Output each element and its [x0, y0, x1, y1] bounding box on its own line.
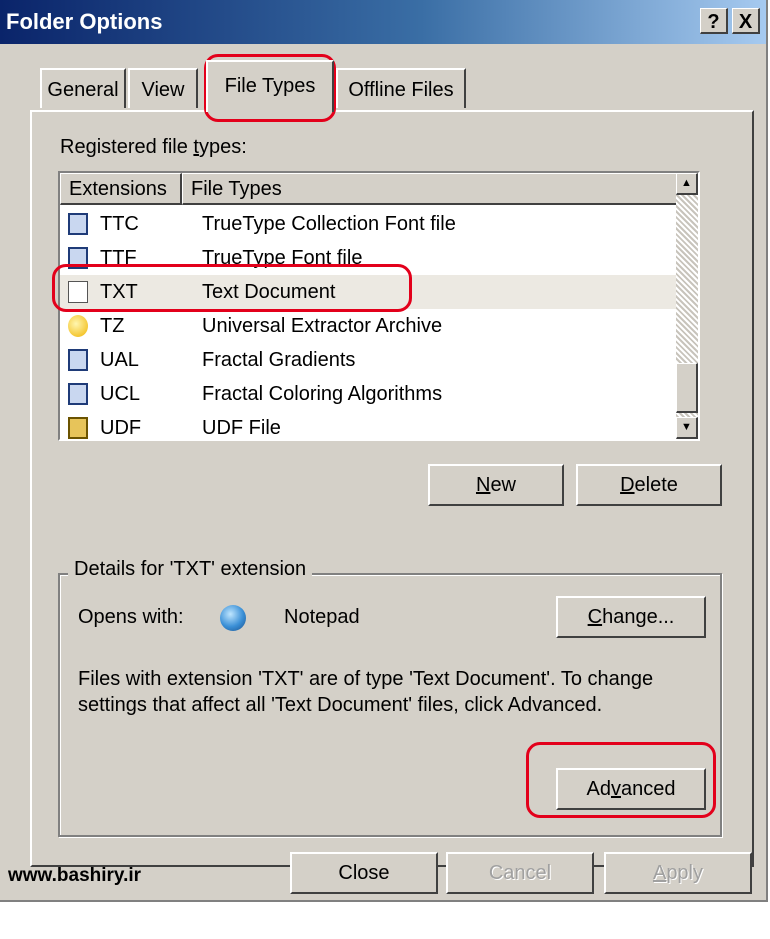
list-item[interactable]: UDF UDF File — [60, 411, 680, 439]
details-legend: Details for 'TXT' extension — [68, 558, 313, 581]
column-header-extensions[interactable]: Extensions — [60, 173, 182, 205]
list-item[interactable]: TTC TrueType Collection Font file — [60, 207, 680, 241]
close-window-button[interactable]: X — [732, 8, 760, 34]
list-item[interactable]: UCL Fractal Coloring Algorithms — [60, 377, 680, 411]
column-header-file-types[interactable]: File Types — [182, 173, 680, 205]
registered-file-types-label: Registered file types: — [60, 136, 247, 158]
tab-general[interactable]: General — [40, 68, 126, 108]
highlight-advanced-button — [526, 742, 716, 818]
delete-button[interactable]: Delete — [576, 464, 722, 506]
font-file-icon — [68, 213, 88, 235]
close-button[interactable]: Close — [290, 852, 438, 894]
title-bar[interactable]: Folder Options ? X — [0, 0, 766, 44]
document-icon — [68, 383, 88, 405]
list-item[interactable]: TZ Universal Extractor Archive — [60, 309, 680, 343]
watermark: www.bashiry.ir — [8, 865, 142, 886]
help-button[interactable]: ? — [700, 8, 728, 34]
details-description-line1: Files with extension 'TXT' are of type '… — [78, 668, 654, 690]
change-button[interactable]: Change... — [556, 596, 706, 638]
folder-options-dialog: Folder Options ? X General View File Typ… — [0, 0, 768, 902]
opens-with-label: Opens with: — [78, 606, 184, 628]
notepad-icon — [220, 605, 246, 631]
details-description-line2: settings that affect all 'Text Document'… — [78, 694, 603, 716]
opens-with-app: Notepad — [284, 606, 360, 628]
cancel-button[interactable]: Cancel — [446, 852, 594, 894]
tab-file-types[interactable]: File Types — [206, 60, 334, 112]
tab-view[interactable]: View — [128, 68, 198, 108]
highlight-txt-row — [52, 264, 412, 312]
scroll-down-icon[interactable]: ▼ — [676, 417, 698, 439]
document-icon — [68, 349, 88, 371]
new-button[interactable]: New — [428, 464, 564, 506]
tab-offline-files[interactable]: Offline Files — [336, 68, 466, 108]
vertical-scrollbar[interactable]: ▲ ▼ — [676, 173, 698, 439]
udf-file-icon — [68, 417, 88, 439]
scrollbar-thumb[interactable] — [676, 363, 698, 413]
scroll-up-icon[interactable]: ▲ — [676, 173, 698, 195]
list-item[interactable]: UAL Fractal Gradients — [60, 343, 680, 377]
dialog-title: Folder Options — [6, 9, 163, 34]
archive-icon — [68, 315, 88, 337]
apply-button[interactable]: Apply — [604, 852, 752, 894]
